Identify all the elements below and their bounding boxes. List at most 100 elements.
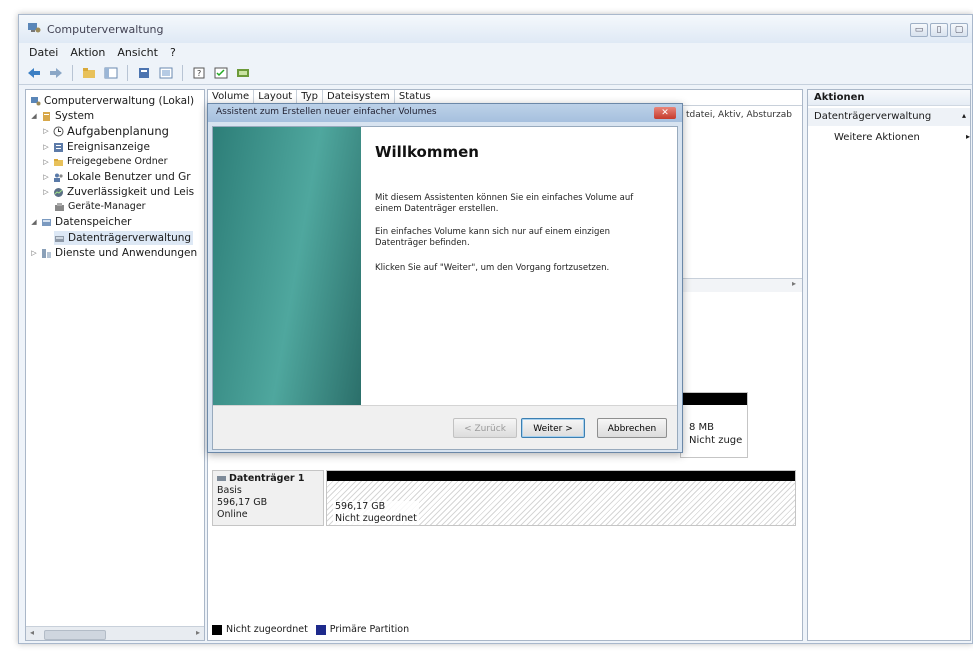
minimize-button[interactable]: ▭: [910, 23, 928, 37]
tree-item-datenspeicher[interactable]: ◢ Datenspeicher: [30, 215, 131, 229]
volume-status-text: tdatei, Aktiv, Absturzab: [686, 110, 792, 120]
computer-management-icon: [31, 96, 41, 105]
folder-icon: [83, 67, 95, 78]
tree-item-system[interactable]: ◢ System: [30, 109, 94, 123]
wizard-paragraph-2: Ein einfaches Volume kann sich nur auf e…: [375, 227, 611, 248]
menu-ansicht[interactable]: Ansicht: [117, 46, 158, 59]
wizard-heading: Willkommen: [375, 143, 479, 161]
expand-triangle-icon[interactable]: ▷: [30, 246, 38, 260]
collapse-triangle-icon[interactable]: ◢: [30, 109, 38, 123]
menu-bar: Datei Aktion Ansicht ?: [19, 43, 972, 61]
scroll-left-icon[interactable]: ◂: [30, 628, 34, 637]
tree-label: Ereignisanzeige: [67, 141, 150, 153]
tree-item-root[interactable]: Computerverwaltung (Lokal): [30, 94, 194, 108]
actions-pane: Aktionen Datenträgerverwaltung ▴ Weitere…: [807, 89, 971, 641]
forward-button[interactable]: [47, 65, 65, 81]
view-button[interactable]: [157, 65, 175, 81]
partition-bar: [681, 393, 747, 405]
wizard-footer: < Zurück Weiter > Abbrechen: [213, 405, 677, 449]
tree-item-ereignisanzeige[interactable]: ▷ Ereignisanzeige: [42, 140, 150, 154]
window-controls: ▭ ▯ ▢: [910, 23, 968, 37]
tree-label: System: [55, 110, 95, 122]
legend: Nicht zugeordnet Primäre Partition: [212, 624, 409, 635]
properties-button[interactable]: [135, 65, 153, 81]
expand-triangle-icon[interactable]: ▷: [42, 170, 50, 184]
actions-section-datentraegerverwaltung[interactable]: Datenträgerverwaltung ▴: [808, 108, 970, 126]
toolbar-separator: [72, 64, 73, 81]
show-hide-tree-button[interactable]: [102, 65, 120, 81]
back-button[interactable]: [25, 65, 43, 81]
scroll-right-icon[interactable]: ▸: [792, 279, 796, 288]
disk1-state: Online: [217, 509, 248, 520]
disk1-label[interactable]: Datenträger 1 Basis 596,17 GB Online: [212, 470, 324, 526]
tree-item-geraete-manager[interactable]: Geräte-Manager: [54, 200, 146, 214]
shared-folder-icon: [54, 158, 63, 166]
toolbar-separator: [127, 64, 128, 81]
disk1-type: Basis: [217, 485, 242, 496]
cancel-button[interactable]: Abbrechen: [597, 418, 667, 438]
back-button[interactable]: < Zurück: [453, 418, 517, 438]
forward-arrow-icon: [50, 67, 62, 78]
event-viewer-icon: [54, 142, 63, 152]
console-tree: Computerverwaltung (Lokal) ◢ System ▷ Au…: [25, 89, 205, 641]
expand-triangle-icon[interactable]: ▷: [42, 155, 50, 169]
wizard-paragraph-3: Klicken Sie auf "Weiter", um den Vorgang…: [375, 263, 610, 273]
checklist-icon: [214, 67, 228, 78]
maximize-button[interactable]: ▯: [930, 23, 948, 37]
tree-item-dienste[interactable]: ▷ Dienste und Anwendungen: [30, 246, 197, 260]
tree-label: Datenspeicher: [55, 216, 132, 228]
title-bar[interactable]: Computerverwaltung ▭ ▯ ▢: [19, 15, 972, 43]
expand-triangle-icon[interactable]: ▷: [42, 185, 50, 199]
legend-unallocated-swatch: [212, 624, 222, 635]
wizard-body: Willkommen Mit diesem Assistenten können…: [212, 126, 678, 450]
tree-label: Zuverlässigkeit und Leis: [67, 186, 195, 198]
computer-management-window: Computerverwaltung ▭ ▯ ▢ Datei Aktion An…: [18, 14, 973, 644]
tree-horizontal-scrollbar[interactable]: ◂ ▸: [26, 626, 204, 640]
expand-triangle-icon[interactable]: ▷: [42, 140, 50, 154]
disk1-size: 596,17 GB: [217, 497, 268, 508]
partition-info: 596,17 GB Nicht zugeordnet: [333, 501, 419, 525]
performance-icon: [54, 187, 63, 197]
more-actions-link[interactable]: Weitere Aktionen ▸: [834, 132, 970, 143]
disk0-unallocated-partition[interactable]: 8 MB Nicht zuge: [680, 392, 748, 458]
storage-icon: [42, 218, 51, 226]
back-arrow-icon: [28, 67, 40, 78]
clock-icon: [53, 126, 64, 136]
tree-item-lokale-benutzer[interactable]: ▷ Lokale Benutzer und Gr: [42, 170, 191, 184]
computer-management-icon: [28, 23, 41, 33]
svg-text:?: ?: [197, 69, 201, 78]
toolbar-separator: [182, 64, 183, 81]
tree-item-datentraegerverwaltung[interactable]: Datenträgerverwaltung: [54, 231, 194, 245]
collapse-arrow-icon[interactable]: ▴: [962, 111, 966, 120]
collapse-triangle-icon[interactable]: ◢: [30, 215, 38, 229]
disk1-unallocated-partition[interactable]: 596,17 GB Nicht zugeordnet: [326, 470, 796, 526]
scroll-thumb[interactable]: [44, 630, 106, 640]
services-icon: [42, 248, 51, 258]
tree-label: Lokale Benutzer und Gr: [67, 171, 191, 183]
partition-status: Nicht zugeordnet: [335, 513, 417, 524]
properties-icon: [139, 67, 149, 78]
wizard-paragraph-1: Mit diesem Assistenten können Sie ein ei…: [375, 193, 634, 214]
up-folder-button[interactable]: [80, 65, 98, 81]
tree-item-freigegebene-ordner[interactable]: ▷ Freigegebene Ordner: [42, 155, 167, 169]
help-button[interactable]: ?: [190, 65, 208, 81]
tree-label: Datenträgerverwaltung: [68, 232, 192, 244]
wizard-close-button[interactable]: ✕: [654, 107, 676, 119]
partition-bar: [327, 471, 795, 481]
menu-datei[interactable]: Datei: [29, 46, 58, 59]
menu-help[interactable]: ?: [170, 46, 176, 59]
settings-button[interactable]: [212, 65, 230, 81]
next-button[interactable]: Weiter >: [521, 418, 585, 438]
disk-button[interactable]: [234, 65, 252, 81]
submenu-arrow-icon: ▸: [966, 132, 971, 141]
tree-item-zuverlaessigkeit[interactable]: ▷ Zuverlässigkeit und Leis: [42, 185, 194, 199]
close-window-button[interactable]: ▢: [950, 23, 968, 37]
expand-triangle-icon[interactable]: ▷: [42, 124, 50, 138]
menu-aktion[interactable]: Aktion: [70, 46, 105, 59]
view-icon: [159, 67, 173, 78]
tree-item-aufgabenplanung[interactable]: ▷ Aufgabenplanung: [42, 124, 169, 138]
scroll-right-icon[interactable]: ▸: [196, 628, 200, 637]
partition-status: Nicht zuge: [689, 435, 743, 446]
new-simple-volume-wizard: Assistent zum Erstellen neuer einfacher …: [207, 103, 683, 453]
wizard-title-bar[interactable]: Assistent zum Erstellen neuer einfacher …: [208, 104, 682, 122]
